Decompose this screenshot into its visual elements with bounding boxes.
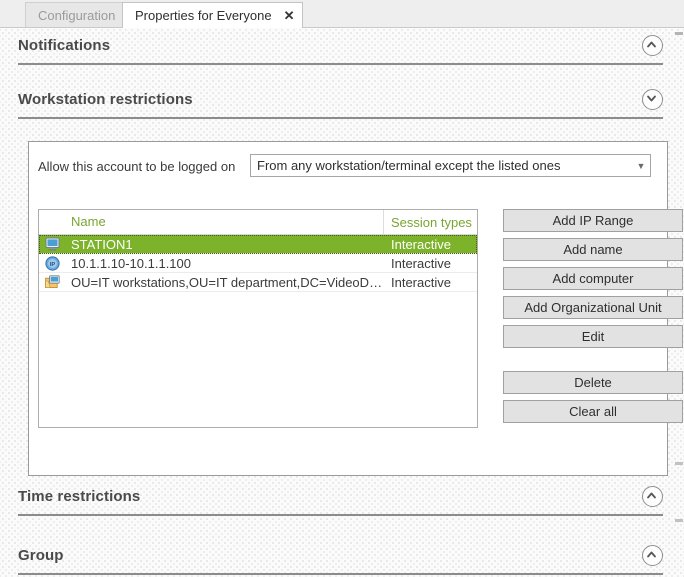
tab-properties-for-everyone-label: Properties for Everyone bbox=[135, 8, 272, 23]
svg-text:IP: IP bbox=[50, 262, 56, 268]
section-group: Group bbox=[18, 545, 663, 575]
ip-address-icon: IP bbox=[39, 255, 66, 271]
close-icon[interactable]: ✕ bbox=[284, 9, 295, 22]
section-notifications-title: Notifications bbox=[18, 37, 111, 54]
computer-icon bbox=[39, 237, 66, 251]
table-cell-session-type: Interactive bbox=[391, 236, 451, 252]
tab-strip: Configuration Properties for Everyone ✕ bbox=[0, 0, 684, 28]
edit-button[interactable]: Edit bbox=[503, 325, 683, 348]
table-cell-session-type: Interactive bbox=[391, 255, 451, 271]
chevron-up-icon[interactable] bbox=[642, 35, 663, 56]
section-group-title: Group bbox=[18, 547, 64, 564]
table-row[interactable]: OU=IT workstations,OU=IT department,DC=V… bbox=[39, 273, 477, 292]
table-cell-name: 10.1.1.10-10.1.1.100 bbox=[71, 255, 191, 271]
section-workstation-restrictions: Workstation restrictions bbox=[18, 89, 663, 119]
list-header-name[interactable]: Name bbox=[66, 210, 384, 234]
allow-logon-label: Allow this account to be logged on bbox=[38, 159, 236, 174]
table-cell-session-type: Interactive bbox=[391, 274, 451, 290]
chevron-up-icon[interactable] bbox=[642, 486, 663, 507]
logon-mode-value: From any workstation/terminal except the… bbox=[257, 158, 561, 173]
section-time-restrictions-title: Time restrictions bbox=[18, 488, 141, 505]
add-organizational-unit-button[interactable]: Add Organizational Unit bbox=[503, 296, 683, 319]
clear-all-button[interactable]: Clear all bbox=[503, 400, 683, 423]
add-ip-range-button[interactable]: Add IP Range bbox=[503, 209, 683, 232]
tab-configuration-label: Configuration bbox=[38, 7, 116, 23]
chevron-up-icon[interactable] bbox=[642, 545, 663, 566]
scrollbar-thumb[interactable] bbox=[675, 32, 683, 35]
workstation-list[interactable]: Name Session types STATION1 Interactive bbox=[38, 209, 478, 428]
section-divider bbox=[18, 573, 663, 575]
section-divider bbox=[18, 514, 663, 516]
chevron-down-icon: ▼ bbox=[636, 160, 646, 171]
list-header-session-types[interactable]: Session types bbox=[384, 215, 477, 230]
section-time-restrictions: Time restrictions bbox=[18, 486, 663, 516]
scrollbar-tick bbox=[675, 462, 683, 465]
tab-properties-for-everyone[interactable]: Properties for Everyone ✕ bbox=[122, 2, 304, 28]
table-row[interactable]: STATION1 Interactive bbox=[39, 235, 477, 254]
scrollbar-tick bbox=[675, 519, 683, 522]
organizational-unit-icon bbox=[39, 275, 66, 289]
logon-mode-dropdown[interactable]: From any workstation/terminal except the… bbox=[250, 154, 651, 177]
section-notifications: Notifications bbox=[18, 35, 663, 65]
delete-button[interactable]: Delete bbox=[503, 371, 683, 394]
tab-configuration[interactable]: Configuration bbox=[25, 2, 129, 27]
chevron-down-icon[interactable] bbox=[642, 89, 663, 110]
section-divider bbox=[18, 63, 663, 65]
add-name-button[interactable]: Add name bbox=[503, 238, 683, 261]
table-cell-name: OU=IT workstations,OU=IT department,DC=V… bbox=[71, 274, 384, 290]
table-row[interactable]: IP 10.1.1.10-10.1.1.100 Interactive bbox=[39, 254, 477, 273]
table-cell-name: STATION1 bbox=[71, 236, 133, 252]
list-header-row: Name Session types bbox=[39, 210, 477, 235]
workstation-actions: Add IP Range Add name Add computer Add O… bbox=[503, 209, 683, 429]
workstation-restrictions-panel: Allow this account to be logged on From … bbox=[28, 141, 683, 476]
section-divider bbox=[18, 117, 663, 119]
section-workstation-restrictions-title: Workstation restrictions bbox=[18, 91, 193, 108]
add-computer-button[interactable]: Add computer bbox=[503, 267, 683, 290]
properties-content: Notifications Workstation restrictions A… bbox=[0, 27, 684, 577]
vertical-scrollbar[interactable] bbox=[674, 27, 684, 577]
